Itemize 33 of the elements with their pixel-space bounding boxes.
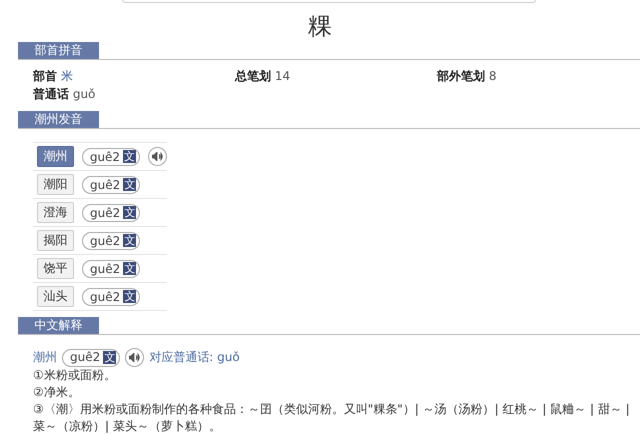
place-button[interactable]: 潮阳 (37, 174, 74, 195)
reading-pill: guê2 文 (82, 176, 140, 194)
place-button[interactable]: 潮州 (37, 146, 74, 167)
place-button[interactable]: 澄海 (37, 202, 74, 223)
headword: 粿 (307, 11, 333, 42)
section-header: 部首拼音 (18, 42, 99, 59)
info-field: 总笔划 14 (235, 68, 437, 85)
reading-pill: guê2 文 (82, 204, 140, 222)
definition-text: ①米粉或面粉。 (33, 367, 117, 384)
info-field: 部首 米 (33, 68, 235, 85)
literary-tag: 文 (123, 262, 136, 275)
reading-pill: guê2 文 (82, 148, 140, 166)
info-field: 普通话 guǒ (33, 86, 235, 103)
literary-tag: 文 (123, 150, 136, 163)
literary-tag: 文 (103, 351, 116, 364)
place-button[interactable]: 汕头 (37, 286, 74, 307)
mandarin-reading: 对应普通话: guǒ (149, 349, 240, 366)
literary-tag: 文 (123, 290, 136, 303)
literary-tag: 文 (123, 206, 136, 219)
reading-pill: guê2 文 (62, 348, 120, 366)
place-button[interactable]: 饶平 (37, 258, 74, 279)
literary-tag: 文 (123, 234, 136, 247)
section-header: 中文解释 (18, 317, 99, 334)
info-field: 部外笔划 8 (437, 68, 637, 85)
definition-text: ②净米。 (33, 384, 81, 401)
reading-pill: guê2 文 (82, 260, 140, 278)
literary-tag: 文 (123, 178, 136, 191)
section-header: 潮州发音 (18, 111, 99, 128)
reading-pill: guê2 文 (82, 288, 140, 306)
place-link[interactable]: 潮州 (33, 349, 57, 366)
reading-pill: guê2 文 (82, 232, 140, 250)
place-button[interactable]: 揭阳 (37, 230, 74, 251)
definition-text: ③〈潮〉用米粉或面粉制作的各种食品：～囝（类似河粉。又叫"粿条"）| ～汤（汤粉）| 红桃～ | 鼠粬～ | 甜～ | 菜～（凉粉）| 菜头～（萝卜糕）。 (33, 401, 631, 435)
